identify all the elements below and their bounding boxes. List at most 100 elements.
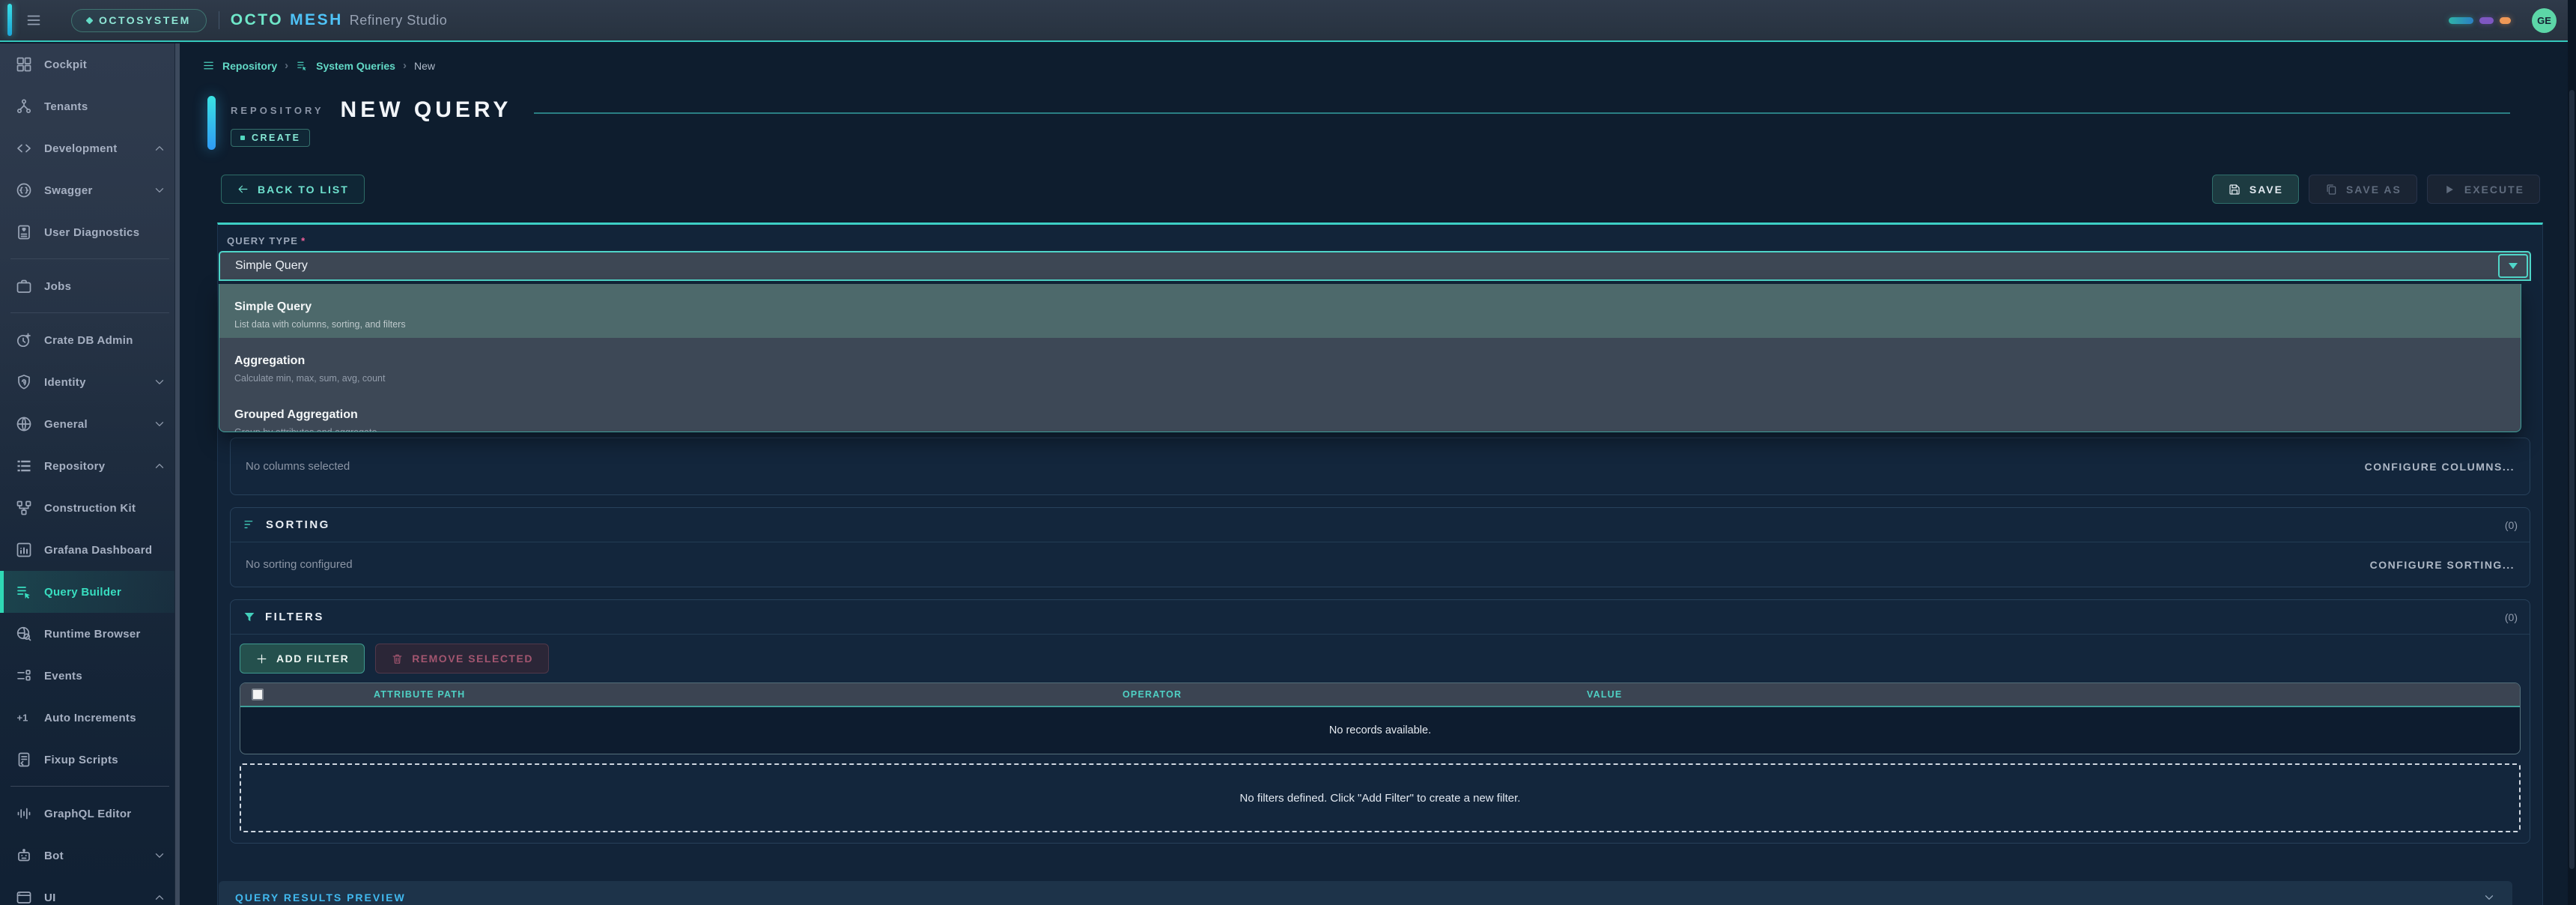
sidebar-item-user-diagnostics[interactable]: User Diagnostics <box>0 211 180 253</box>
topbar-right: GE <box>2449 7 2557 33</box>
query-type-label-text: QUERY TYPE <box>227 235 299 246</box>
sidebar-item-cockpit[interactable]: Cockpit <box>0 43 180 85</box>
sidebar-item-repository[interactable]: Repository <box>0 445 180 487</box>
sidebar-item-runtime-browser[interactable]: Runtime Browser <box>0 613 180 655</box>
sidebar-item-jobs[interactable]: Jobs <box>0 265 180 307</box>
back-to-list-button[interactable]: BACK TO LIST <box>221 175 365 204</box>
sidebar-item-graphql-editor[interactable]: GraphQL Editor <box>0 793 180 835</box>
remove-selected-button[interactable]: REMOVE SELECTED <box>375 644 549 674</box>
save-as-button[interactable]: SAVE AS <box>2308 175 2417 204</box>
status-pill-orange[interactable] <box>2500 16 2511 24</box>
filters-title: FILTERS <box>265 611 324 623</box>
table-empty-row: No records available. <box>1328 724 1432 736</box>
sidebar-item-construction-kit[interactable]: Construction Kit <box>0 487 180 529</box>
sidebar-item-tenants[interactable]: Tenants <box>0 85 180 127</box>
sidebar-item-grafana-dashboard[interactable]: Grafana Dashboard <box>0 529 180 571</box>
chevron-down-icon[interactable] <box>153 184 166 197</box>
sidebar-item-ui[interactable]: UI <box>0 877 180 905</box>
globe-search-icon <box>15 625 34 643</box>
chevron-up-icon[interactable] <box>153 142 166 155</box>
query-results-preview-header[interactable]: QUERY RESULTS PREVIEW <box>219 881 2512 905</box>
filter-buttons-row: ADD FILTER REMOVE SELECTED <box>240 644 2521 674</box>
select-caret-button[interactable] <box>2498 254 2528 278</box>
status-pill-purple[interactable] <box>2479 16 2494 24</box>
sidebar-item-development[interactable]: Development <box>0 127 180 169</box>
breadcrumb-repository[interactable]: Repository <box>222 60 277 72</box>
sidebar-item-query-builder[interactable]: Query Builder <box>0 571 180 613</box>
main-content: Repository › System Queries › New REPOSI… <box>180 43 2576 905</box>
dropdown-option-simple-query[interactable]: Simple Query List data with columns, sor… <box>219 284 2521 338</box>
filters-section: FILTERS (0) ADD FILTER REMOVE SELECTED A… <box>230 599 2530 844</box>
sidebar-divider <box>10 786 169 787</box>
sidebar-item-label: Events <box>44 669 82 682</box>
sidebar-item-auto-increments[interactable]: +1 Auto Increments <box>0 697 180 739</box>
chevron-down-icon[interactable] <box>153 849 166 862</box>
filters-body: ADD FILTER REMOVE SELECTED ATTRIBUTE PAT… <box>231 635 2530 832</box>
breadcrumb-separator: › <box>285 59 289 72</box>
title-underline <box>534 112 2510 114</box>
add-filter-label: ADD FILTER <box>276 653 350 665</box>
sidebar-item-bot[interactable]: Bot <box>0 835 180 877</box>
sidebar-item-label: Runtime Browser <box>44 627 141 641</box>
configure-sorting-button[interactable]: CONFIGURE SORTING... <box>2370 559 2515 571</box>
dropdown-option-grouped-aggregation[interactable]: Grouped Aggregation Group by attributes … <box>219 392 2521 432</box>
breadcrumb-system-queries[interactable]: System Queries <box>316 60 395 72</box>
svg-text:+1: +1 <box>17 712 28 724</box>
execute-button[interactable]: EXECUTE <box>2426 175 2540 204</box>
save-label: SAVE <box>2249 183 2283 196</box>
app-logo: OCTO MESH Refinery Studio <box>231 11 448 29</box>
sidebar-item-label: General <box>44 417 88 431</box>
page-scrollbar[interactable] <box>2568 0 2576 905</box>
clock-plus-icon <box>15 331 34 349</box>
logo-secondary: MESH <box>290 11 343 28</box>
copy-icon <box>2324 183 2338 196</box>
add-filter-button[interactable]: ADD FILTER <box>240 644 365 674</box>
square-bullet-icon <box>240 136 245 140</box>
hamburger-menu-icon[interactable] <box>25 11 43 29</box>
title-accent-bar <box>207 96 216 150</box>
sidebar-item-identity[interactable]: Identity <box>0 361 180 403</box>
status-pill-teal[interactable] <box>2449 16 2473 24</box>
chevron-down-icon[interactable] <box>153 375 166 389</box>
sidebar-item-general[interactable]: General <box>0 403 180 445</box>
title-column: REPOSITORY NEW QUERY CREATE <box>223 96 2510 150</box>
query-results-preview-title: QUERY RESULTS PREVIEW <box>235 892 406 904</box>
query-type-select-wrap: Simple Query Simple Query List data with… <box>219 251 2531 432</box>
braces-circle-icon <box>15 181 34 199</box>
sort-icon <box>243 518 257 532</box>
option-title: Aggregation <box>234 354 306 367</box>
octosystem-chip[interactable]: OCTOSYSTEM <box>71 8 207 32</box>
caret-down-icon <box>2509 263 2518 269</box>
arrow-left-icon <box>237 183 249 196</box>
sidebar-item-fixup-scripts[interactable]: Fixup Scripts <box>0 739 180 781</box>
sidebar-item-label: Identity <box>44 375 86 389</box>
sidebar-item-label: Crate DB Admin <box>44 333 133 347</box>
chevron-down-icon <box>2482 891 2496 904</box>
sidebar-item-label: Jobs <box>44 279 72 293</box>
query-type-selected-value: Simple Query <box>235 259 308 272</box>
sidebar-item-label: GraphQL Editor <box>44 807 132 820</box>
configure-columns-button[interactable]: CONFIGURE COLUMNS... <box>2365 461 2515 473</box>
sidebar-item-events[interactable]: Events <box>0 655 180 697</box>
sorting-empty-text: No sorting configured <box>246 558 353 571</box>
globe-icon <box>15 415 34 433</box>
chevron-up-icon[interactable] <box>153 459 166 473</box>
avatar[interactable]: GE <box>2532 7 2557 33</box>
plus-icon <box>255 653 268 665</box>
sidebar-item-crate-db-admin[interactable]: Crate DB Admin <box>0 319 180 361</box>
sidebar-scrollbar[interactable] <box>174 43 180 905</box>
query-type-select[interactable]: Simple Query <box>219 251 2531 281</box>
chevron-down-icon[interactable] <box>153 417 166 431</box>
diamond-icon <box>85 16 94 24</box>
toolbar: BACK TO LIST SAVE SAVE AS EXECUTE <box>221 175 2540 204</box>
select-all-checkbox[interactable] <box>252 688 264 700</box>
execute-label: EXECUTE <box>2464 183 2524 196</box>
dropdown-option-aggregation[interactable]: Aggregation Calculate min, max, sum, avg… <box>219 338 2521 392</box>
page-scrollbar-thumb[interactable] <box>2569 90 2575 869</box>
sidebar-item-swagger[interactable]: Swagger <box>0 169 180 211</box>
save-button[interactable]: SAVE <box>2211 175 2299 204</box>
sorting-title: SORTING <box>266 518 330 531</box>
menu-list-icon <box>202 59 215 72</box>
save-icon <box>2228 183 2241 196</box>
chevron-up-icon[interactable] <box>153 891 166 904</box>
